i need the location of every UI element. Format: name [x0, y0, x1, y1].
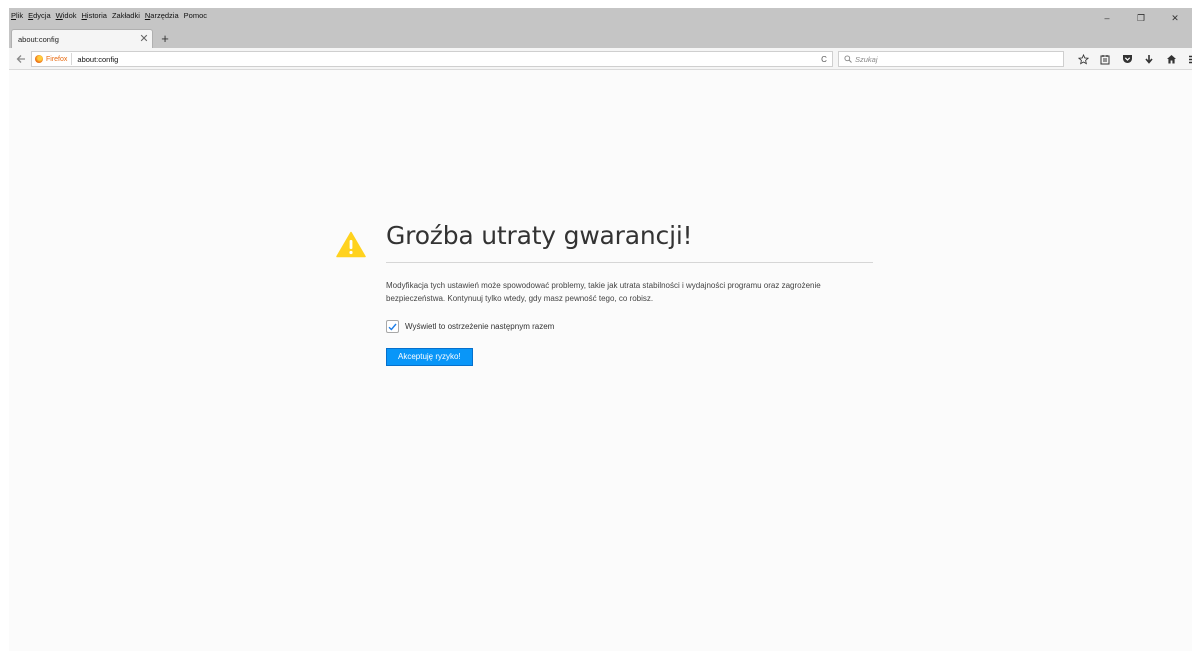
minimize-button[interactable]: – [1090, 8, 1124, 28]
identity-label: Firefox [46, 55, 68, 63]
pocket-icon[interactable] [1118, 51, 1136, 67]
reading-list-icon[interactable] [1096, 51, 1114, 67]
menu-bar: Plik Edycja Widok Historia Zakładki Narz… [9, 8, 212, 24]
menu-plik[interactable]: Plik [11, 8, 23, 24]
title-divider [386, 262, 873, 263]
search-icon [843, 55, 852, 64]
checkmark-icon [388, 323, 397, 331]
back-arrow-icon [16, 55, 25, 63]
warning-icon [336, 231, 366, 258]
accept-risk-button[interactable]: Akceptuję ryzyko! [386, 348, 473, 366]
close-window-button[interactable]: ✕ [1158, 8, 1192, 28]
menu-narzedzia[interactable]: Narzędzia [145, 8, 179, 24]
menu-widok[interactable]: Widok [56, 8, 77, 24]
title-bar: Plik Edycja Widok Historia Zakładki Narz… [9, 8, 1192, 48]
toolbar-icons [1074, 51, 1192, 67]
menu-historia[interactable]: Historia [82, 8, 107, 24]
tab-about-config[interactable]: about:config ✕ [11, 29, 153, 48]
search-input[interactable] [855, 53, 1055, 65]
search-bar[interactable] [838, 51, 1064, 67]
menu-icon[interactable] [1184, 51, 1192, 67]
page-content: Groźba utraty gwarancji! Modyfikacja tyc… [9, 71, 1192, 651]
show-warning-label: Wyświetl to ostrzeżenie następnym razem [405, 322, 555, 331]
url-text[interactable]: about:config [72, 55, 816, 64]
tab-title: about:config [18, 34, 59, 44]
window-controls: – ❐ ✕ [1090, 8, 1192, 28]
reload-icon[interactable]: C [816, 55, 832, 64]
download-icon[interactable] [1140, 51, 1158, 67]
menu-edycja[interactable]: Edycja [28, 8, 51, 24]
tab-close-icon[interactable]: ✕ [136, 30, 152, 49]
url-bar[interactable]: Firefox about:config C [31, 51, 833, 67]
page-title: Groźba utraty gwarancji! [386, 221, 693, 250]
show-warning-checkbox[interactable] [386, 320, 399, 333]
back-button[interactable] [13, 51, 29, 67]
browser-window: Plik Edycja Widok Historia Zakładki Narz… [9, 8, 1192, 651]
firefox-logo-icon [35, 55, 43, 63]
show-warning-checkbox-row[interactable]: Wyświetl to ostrzeżenie następnym razem [386, 320, 554, 333]
navigation-bar: Firefox about:config C [9, 48, 1192, 70]
home-icon[interactable] [1162, 51, 1180, 67]
identity-box[interactable]: Firefox [32, 53, 73, 65]
star-icon[interactable] [1074, 51, 1092, 67]
warning-message: Modyfikacja tych ustawień może spowodowa… [386, 281, 821, 303]
new-tab-button[interactable]: + [157, 30, 173, 46]
restore-button[interactable]: ❐ [1124, 8, 1158, 28]
menu-zakladki[interactable]: Zakładki [112, 8, 140, 24]
menu-pomoc[interactable]: Pomoc [184, 8, 207, 24]
